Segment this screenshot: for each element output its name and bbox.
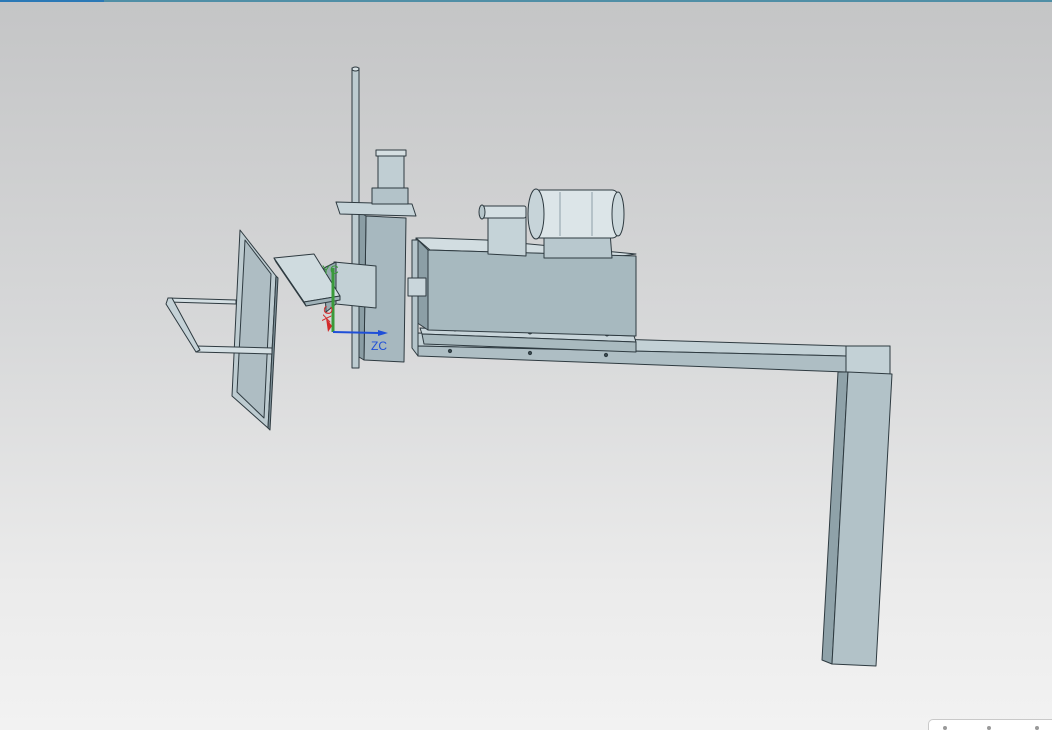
vertical-column[interactable] bbox=[335, 66, 417, 369]
bolt-icon bbox=[603, 352, 609, 358]
graphics-viewport[interactable]: YC XC ZC bbox=[0, 0, 1052, 730]
cad-model-assembly[interactable]: YC XC ZC bbox=[0, 0, 1052, 730]
status-dot-icon bbox=[1035, 726, 1039, 730]
lead-screw bbox=[351, 67, 360, 369]
motor-coupler bbox=[371, 187, 409, 205]
handle-bar-top bbox=[167, 297, 237, 305]
corner-status-widget[interactable] bbox=[928, 719, 1052, 730]
z-axis-line bbox=[332, 331, 379, 334]
status-dot-icon bbox=[987, 726, 991, 730]
motor-body bbox=[533, 189, 619, 239]
bolt-icon bbox=[527, 350, 533, 356]
motor-shaft-housing bbox=[479, 205, 527, 219]
handle-side bbox=[165, 297, 201, 353]
status-dot-icon bbox=[943, 726, 947, 730]
bolt-icon bbox=[447, 348, 453, 354]
housing-left-face bbox=[411, 239, 419, 357]
y-axis-label: YC bbox=[322, 263, 339, 277]
motor-front-cap bbox=[527, 188, 545, 240]
support-beam[interactable] bbox=[417, 332, 893, 667]
motor-rear-cap bbox=[611, 191, 625, 237]
lead-screw-top bbox=[351, 66, 360, 72]
motor-shaft-end bbox=[478, 204, 486, 220]
housing-front bbox=[427, 249, 637, 337]
x-axis-label: XC bbox=[319, 304, 336, 323]
stepper-motor-cap bbox=[375, 149, 407, 157]
motor-bracket bbox=[487, 211, 527, 257]
z-axis-label: ZC bbox=[371, 339, 387, 353]
left-frame-panel[interactable] bbox=[165, 229, 279, 431]
carriage-body bbox=[333, 261, 377, 309]
beam-vertical-top bbox=[845, 345, 891, 375]
housing-shaft-stub bbox=[407, 277, 427, 297]
stepper-motor bbox=[377, 151, 405, 193]
handle-bar-bottom bbox=[195, 345, 273, 355]
motor-assembly[interactable] bbox=[478, 188, 625, 259]
